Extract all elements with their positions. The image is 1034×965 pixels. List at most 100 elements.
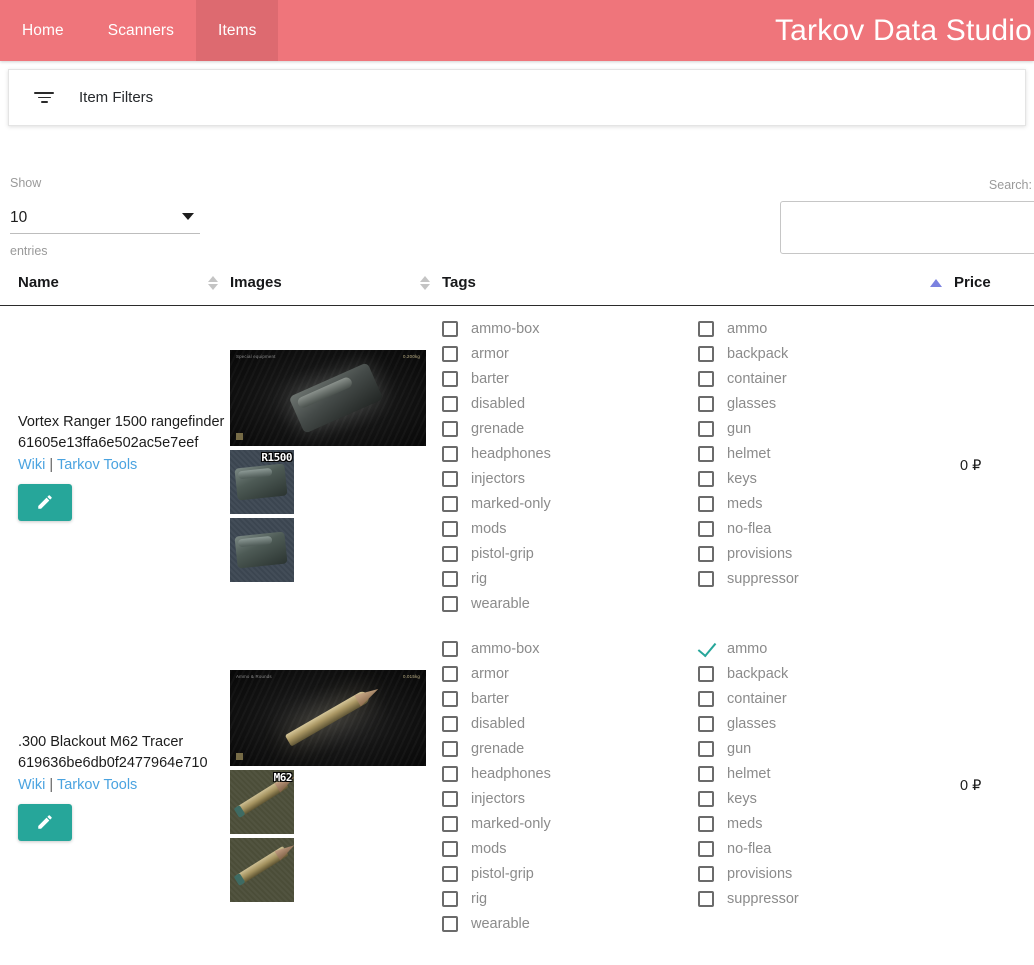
sort-icon-name[interactable] (208, 275, 218, 290)
item-grid-image-plain[interactable] (230, 518, 294, 582)
tag-row[interactable]: ammo (698, 316, 954, 341)
tag-row[interactable]: injectors (442, 466, 698, 491)
checkbox-gun[interactable] (698, 740, 714, 757)
checkbox-grenade[interactable] (442, 420, 458, 437)
tag-row[interactable]: disabled (442, 711, 698, 736)
checkbox-wearable[interactable] (442, 595, 458, 612)
tag-row[interactable]: suppressor (698, 566, 954, 591)
checkbox-injectors[interactable] (442, 470, 458, 487)
item-inspect-image[interactable]: Special equipment 0.200kg (230, 350, 426, 446)
checkbox-barter[interactable] (442, 690, 458, 707)
checkbox-rig[interactable] (442, 570, 458, 587)
checkbox-container[interactable] (698, 690, 714, 707)
item-grid-image-labeled[interactable]: M62 (230, 770, 294, 834)
edit-item-button[interactable] (18, 803, 72, 841)
tag-row[interactable]: armor (442, 661, 698, 686)
checkbox-no-flea[interactable] (698, 840, 714, 857)
sort-icon-tags-ascending[interactable] (930, 278, 942, 287)
search-input[interactable] (780, 201, 1034, 254)
checkbox-mods[interactable] (442, 840, 458, 857)
checkbox-glasses[interactable] (698, 395, 714, 412)
tag-row[interactable]: suppressor (698, 886, 954, 911)
checkbox-marked-only[interactable] (442, 495, 458, 512)
tag-row[interactable]: provisions (698, 541, 954, 566)
checkbox-helmet[interactable] (698, 765, 714, 782)
tag-row[interactable]: marked-only (442, 491, 698, 516)
tag-row[interactable]: rig (442, 886, 698, 911)
checkbox-container[interactable] (698, 370, 714, 387)
tag-row[interactable]: helmet (698, 761, 954, 786)
tag-row[interactable]: pistol-grip (442, 861, 698, 886)
nav-link-scanners[interactable]: Scanners (86, 0, 196, 61)
item-filters-panel[interactable]: Item Filters (8, 69, 1026, 126)
tag-row[interactable]: helmet (698, 441, 954, 466)
checkbox-meds[interactable] (698, 495, 714, 512)
checkbox-ammo-box[interactable] (442, 320, 458, 337)
tag-row[interactable]: wearable (442, 911, 698, 936)
tag-row[interactable]: mods (442, 516, 698, 541)
checkbox-rig[interactable] (442, 890, 458, 907)
column-header-images[interactable]: Images (230, 274, 442, 306)
tag-row[interactable]: mods (442, 836, 698, 861)
checkbox-glasses[interactable] (698, 715, 714, 732)
checkbox-no-flea[interactable] (698, 520, 714, 537)
tag-row[interactable]: armor (442, 341, 698, 366)
checkbox-headphones[interactable] (442, 445, 458, 462)
checkbox-suppressor[interactable] (698, 570, 714, 587)
checkbox-meds[interactable] (698, 815, 714, 832)
tag-row[interactable]: headphones (442, 441, 698, 466)
wiki-link[interactable]: Wiki (18, 777, 45, 793)
page-size-select[interactable]: 10 (10, 202, 200, 234)
tag-row[interactable]: keys (698, 466, 954, 491)
checkbox-backpack[interactable] (698, 665, 714, 682)
checkbox-pistol-grip[interactable] (442, 865, 458, 882)
checkbox-armor[interactable] (442, 665, 458, 682)
checkbox-provisions[interactable] (698, 545, 714, 562)
nav-link-home[interactable]: Home (0, 0, 86, 61)
checkbox-disabled[interactable] (442, 395, 458, 412)
checkbox-headphones[interactable] (442, 765, 458, 782)
tag-row[interactable]: provisions (698, 861, 954, 886)
tag-row[interactable]: grenade (442, 736, 698, 761)
tarkov-tools-link[interactable]: Tarkov Tools (57, 777, 137, 793)
tag-row[interactable]: glasses (698, 391, 954, 416)
tag-row[interactable]: meds (698, 811, 954, 836)
tag-row[interactable]: backpack (698, 661, 954, 686)
checkbox-keys[interactable] (698, 790, 714, 807)
item-grid-image-labeled[interactable]: R1500 (230, 450, 294, 514)
checkbox-grenade[interactable] (442, 740, 458, 757)
tag-row[interactable]: barter (442, 686, 698, 711)
nav-link-items[interactable]: Items (196, 0, 279, 61)
tag-row[interactable]: meds (698, 491, 954, 516)
item-grid-image-plain[interactable] (230, 838, 294, 902)
tag-row[interactable]: ammo (698, 636, 954, 661)
tag-row[interactable]: gun (698, 416, 954, 441)
tag-row[interactable]: barter (442, 366, 698, 391)
tag-row[interactable]: disabled (442, 391, 698, 416)
edit-item-button[interactable] (18, 483, 72, 521)
checkbox-pistol-grip[interactable] (442, 545, 458, 562)
checkbox-marked-only[interactable] (442, 815, 458, 832)
tag-row[interactable]: no-flea (698, 836, 954, 861)
sort-icon-images[interactable] (420, 275, 430, 290)
tag-row[interactable]: no-flea (698, 516, 954, 541)
checkbox-helmet[interactable] (698, 445, 714, 462)
tag-row[interactable]: injectors (442, 786, 698, 811)
tag-row[interactable]: container (698, 366, 954, 391)
tag-row[interactable]: rig (442, 566, 698, 591)
tag-row[interactable]: backpack (698, 341, 954, 366)
tag-row[interactable]: ammo-box (442, 316, 698, 341)
tag-row[interactable]: glasses (698, 711, 954, 736)
tag-row[interactable]: gun (698, 736, 954, 761)
tag-row[interactable]: pistol-grip (442, 541, 698, 566)
checkbox-keys[interactable] (698, 470, 714, 487)
checkbox-gun[interactable] (698, 420, 714, 437)
wiki-link[interactable]: Wiki (18, 457, 45, 473)
checkbox-armor[interactable] (442, 345, 458, 362)
checkbox-ammo[interactable] (698, 640, 714, 657)
checkbox-wearable[interactable] (442, 915, 458, 932)
checkbox-provisions[interactable] (698, 865, 714, 882)
checkbox-backpack[interactable] (698, 345, 714, 362)
tarkov-tools-link[interactable]: Tarkov Tools (57, 457, 137, 473)
tag-row[interactable]: ammo-box (442, 636, 698, 661)
